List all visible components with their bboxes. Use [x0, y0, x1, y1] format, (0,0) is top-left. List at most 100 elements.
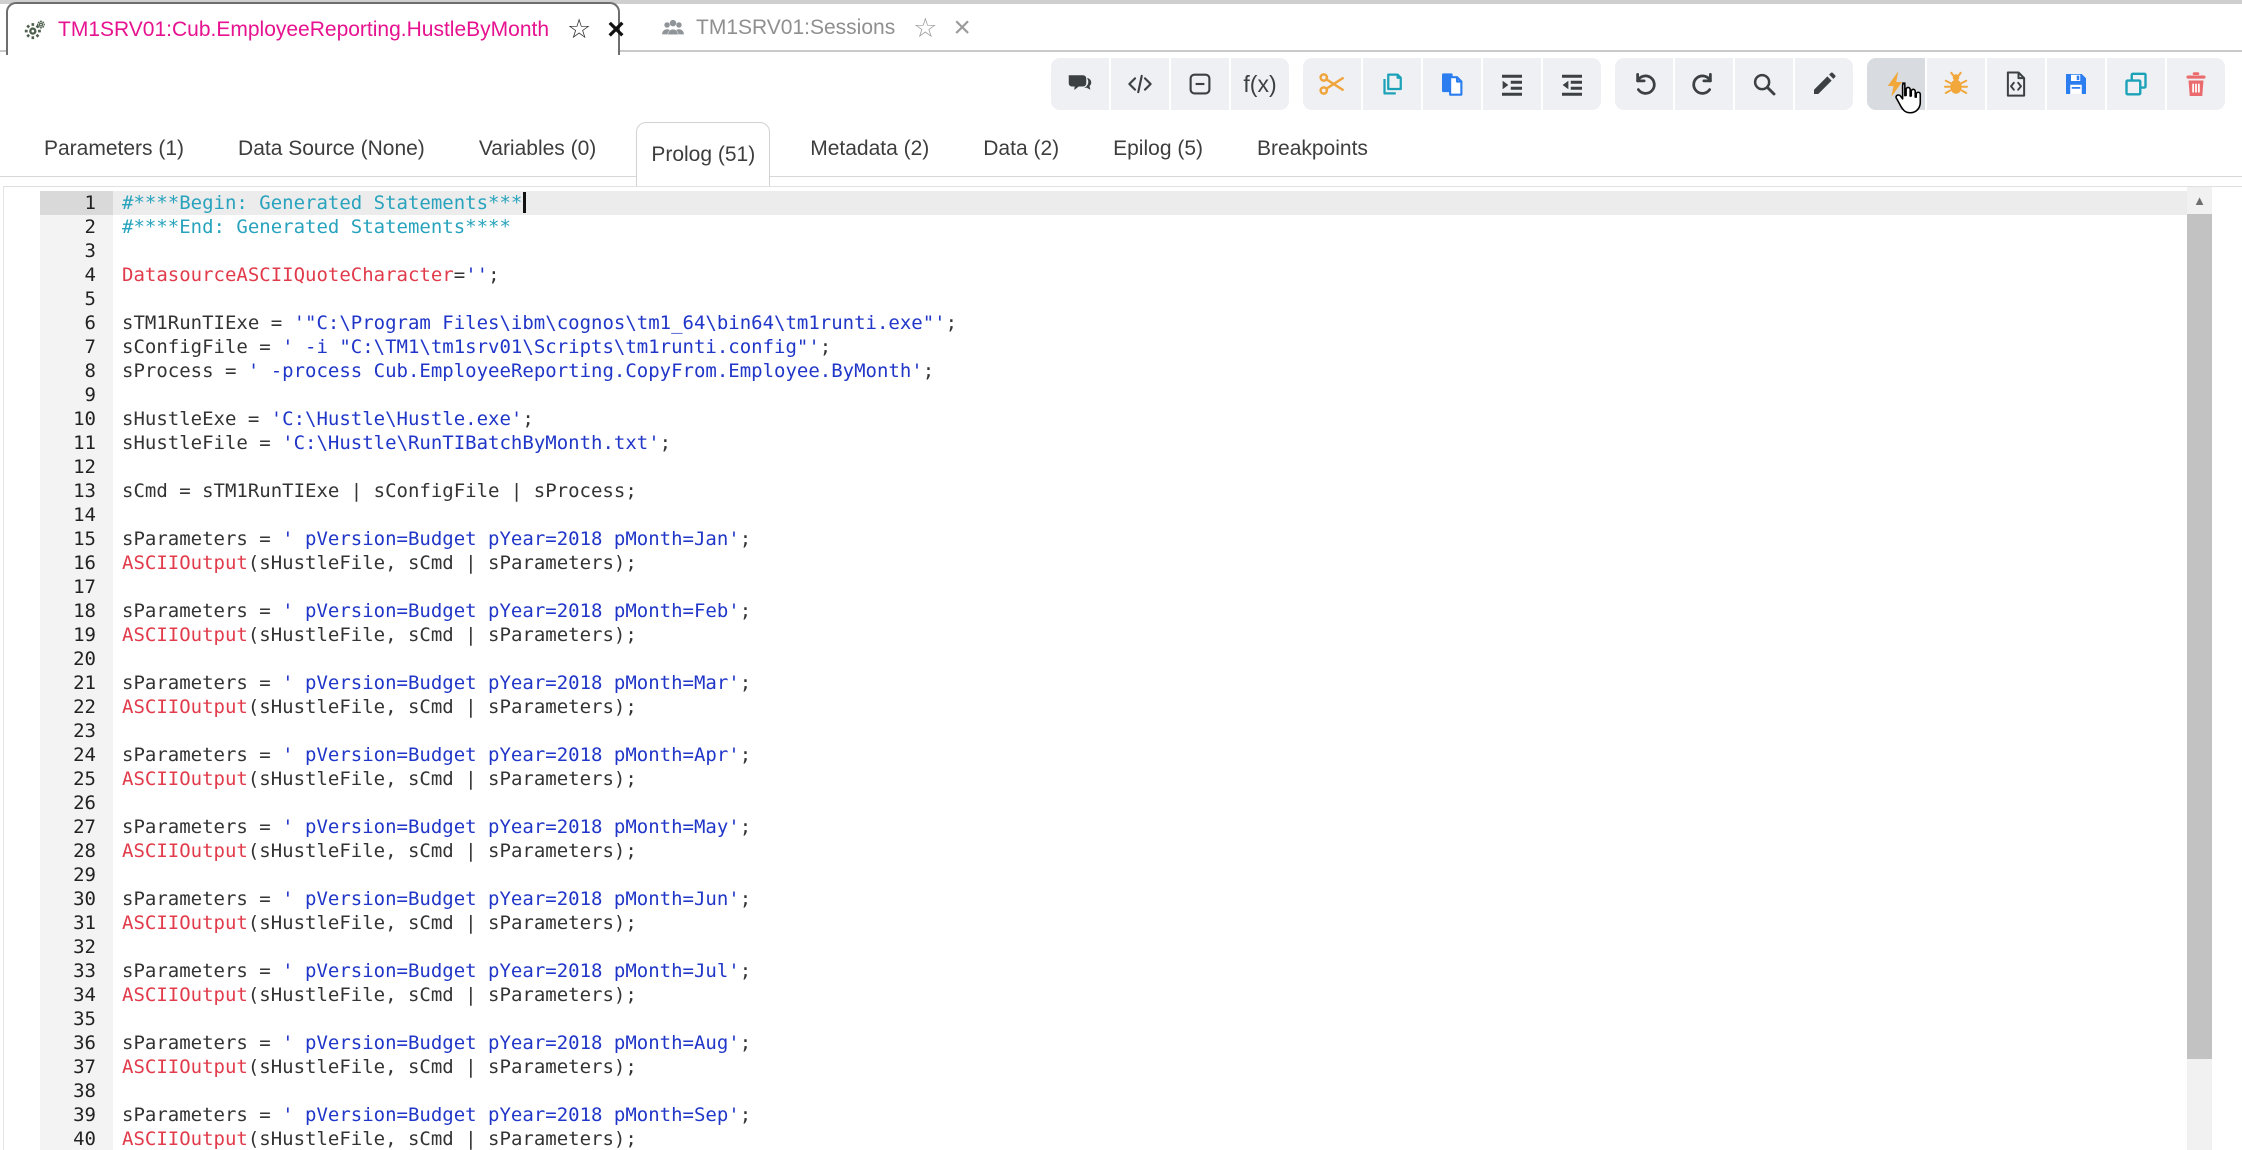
debug-button[interactable]: [1927, 58, 1985, 110]
line-number[interactable]: 35: [40, 1007, 113, 1031]
line-number[interactable]: 28: [40, 839, 113, 863]
line-number[interactable]: 4: [40, 263, 113, 287]
code-editor[interactable]: 1#****Begin: Generated Statements***2#**…: [3, 186, 2242, 1150]
tab-data-source[interactable]: Data Source (None): [224, 122, 439, 176]
save-button[interactable]: [2047, 58, 2105, 110]
tab-breakpoints[interactable]: Breakpoints: [1243, 122, 1382, 176]
redo-button[interactable]: [1675, 58, 1733, 110]
code-line[interactable]: 40ASCIIOutput(sHustleFile, sCmd | sParam…: [4, 1127, 2187, 1150]
code-line[interactable]: 1#****Begin: Generated Statements***: [4, 191, 2187, 215]
tab-variables[interactable]: Variables (0): [465, 122, 611, 176]
favorite-star-icon[interactable]: ☆: [567, 16, 591, 43]
line-number[interactable]: 18: [40, 599, 113, 623]
scroll-up-button[interactable]: ▲: [2187, 187, 2212, 213]
code-line[interactable]: 3: [4, 239, 2187, 263]
line-number[interactable]: 34: [40, 983, 113, 1007]
code-line[interactable]: 26: [4, 791, 2187, 815]
favorite-star-icon[interactable]: ☆: [913, 15, 937, 42]
tab-data[interactable]: Data (2): [969, 122, 1073, 176]
code-line[interactable]: 29: [4, 863, 2187, 887]
line-number[interactable]: 23: [40, 719, 113, 743]
tab-parameters[interactable]: Parameters (1): [30, 122, 198, 176]
code-line[interactable]: 21sParameters = ' pVersion=Budget pYear=…: [4, 671, 2187, 695]
code-line[interactable]: 11sHustleFile = 'C:\Hustle\RunTIBatchByM…: [4, 431, 2187, 455]
line-number[interactable]: 38: [40, 1079, 113, 1103]
line-number[interactable]: 14: [40, 503, 113, 527]
code-line[interactable]: 31ASCIIOutput(sHustleFile, sCmd | sParam…: [4, 911, 2187, 935]
code-view-button[interactable]: [1111, 58, 1169, 110]
line-number[interactable]: 33: [40, 959, 113, 983]
view-source-button[interactable]: [1987, 58, 2045, 110]
code-line[interactable]: 5: [4, 287, 2187, 311]
code-line[interactable]: 8sProcess = ' -process Cub.EmployeeRepor…: [4, 359, 2187, 383]
line-number[interactable]: 21: [40, 671, 113, 695]
code-line[interactable]: 35: [4, 1007, 2187, 1031]
line-number[interactable]: 24: [40, 743, 113, 767]
scrollbar-thumb[interactable]: [2187, 214, 2212, 1059]
line-number[interactable]: 37: [40, 1055, 113, 1079]
code-line[interactable]: 6sTM1RunTIExe = '"C:\Program Files\ibm\c…: [4, 311, 2187, 335]
code-line[interactable]: 30sParameters = ' pVersion=Budget pYear=…: [4, 887, 2187, 911]
cut-button[interactable]: [1303, 58, 1361, 110]
line-number[interactable]: 26: [40, 791, 113, 815]
code-line[interactable]: 10sHustleExe = 'C:\Hustle\Hustle.exe';: [4, 407, 2187, 431]
line-number[interactable]: 8: [40, 359, 113, 383]
code-line[interactable]: 2#****End: Generated Statements****: [4, 215, 2187, 239]
close-tab-icon[interactable]: ×: [953, 16, 971, 40]
document-tab[interactable]: TM1SRV01:Sessions☆×: [650, 6, 981, 50]
code-line[interactable]: 25ASCIIOutput(sHustleFile, sCmd | sParam…: [4, 767, 2187, 791]
line-number[interactable]: 6: [40, 311, 113, 335]
tab-metadata[interactable]: Metadata (2): [796, 122, 943, 176]
line-number[interactable]: 9: [40, 383, 113, 407]
line-number[interactable]: 27: [40, 815, 113, 839]
code-line[interactable]: 17: [4, 575, 2187, 599]
tab-epilog[interactable]: Epilog (5): [1099, 122, 1217, 176]
line-number[interactable]: 2: [40, 215, 113, 239]
code-line[interactable]: 32: [4, 935, 2187, 959]
undo-button[interactable]: [1615, 58, 1673, 110]
line-number[interactable]: 15: [40, 527, 113, 551]
code-line[interactable]: 14: [4, 503, 2187, 527]
delete-button[interactable]: [2167, 58, 2225, 110]
code-line[interactable]: 12: [4, 455, 2187, 479]
line-number[interactable]: 13: [40, 479, 113, 503]
code-line[interactable]: 16ASCIIOutput(sHustleFile, sCmd | sParam…: [4, 551, 2187, 575]
copy-button[interactable]: [1363, 58, 1421, 110]
line-number[interactable]: 39: [40, 1103, 113, 1127]
line-number[interactable]: 25: [40, 767, 113, 791]
code-line[interactable]: 22ASCIIOutput(sHustleFile, sCmd | sParam…: [4, 695, 2187, 719]
indent-button[interactable]: [1483, 58, 1541, 110]
run-button[interactable]: [1867, 58, 1925, 110]
code-line[interactable]: 24sParameters = ' pVersion=Budget pYear=…: [4, 743, 2187, 767]
code-line[interactable]: 38: [4, 1079, 2187, 1103]
code-line[interactable]: 18sParameters = ' pVersion=Budget pYear=…: [4, 599, 2187, 623]
code-line[interactable]: 9: [4, 383, 2187, 407]
code-line[interactable]: 20: [4, 647, 2187, 671]
code-line[interactable]: 15sParameters = ' pVersion=Budget pYear=…: [4, 527, 2187, 551]
line-number[interactable]: 16: [40, 551, 113, 575]
line-number[interactable]: 19: [40, 623, 113, 647]
code-line[interactable]: 37ASCIIOutput(sHustleFile, sCmd | sParam…: [4, 1055, 2187, 1079]
comment-button[interactable]: [1051, 58, 1109, 110]
outdent-button[interactable]: [1543, 58, 1601, 110]
duplicate-button[interactable]: [2107, 58, 2165, 110]
code-line[interactable]: 23: [4, 719, 2187, 743]
vertical-scrollbar[interactable]: ▲: [2187, 187, 2212, 1150]
code-line[interactable]: 19ASCIIOutput(sHustleFile, sCmd | sParam…: [4, 623, 2187, 647]
code-line[interactable]: 13sCmd = sTM1RunTIExe | sConfigFile | sP…: [4, 479, 2187, 503]
line-number[interactable]: 30: [40, 887, 113, 911]
line-number[interactable]: 17: [40, 575, 113, 599]
line-number[interactable]: 3: [40, 239, 113, 263]
code-line[interactable]: 7sConfigFile = ' -i "C:\TM1\tm1srv01\Scr…: [4, 335, 2187, 359]
line-number[interactable]: 32: [40, 935, 113, 959]
close-tab-icon[interactable]: ×: [607, 18, 625, 42]
line-number[interactable]: 1: [40, 191, 113, 215]
function-wizard-button[interactable]: f(x): [1231, 58, 1289, 110]
line-number[interactable]: 29: [40, 863, 113, 887]
tab-prolog[interactable]: Prolog (51): [636, 122, 770, 186]
code-line[interactable]: 39sParameters = ' pVersion=Budget pYear=…: [4, 1103, 2187, 1127]
code-line[interactable]: 33sParameters = ' pVersion=Budget pYear=…: [4, 959, 2187, 983]
line-number[interactable]: 5: [40, 287, 113, 311]
code-line[interactable]: 27sParameters = ' pVersion=Budget pYear=…: [4, 815, 2187, 839]
line-number[interactable]: 31: [40, 911, 113, 935]
